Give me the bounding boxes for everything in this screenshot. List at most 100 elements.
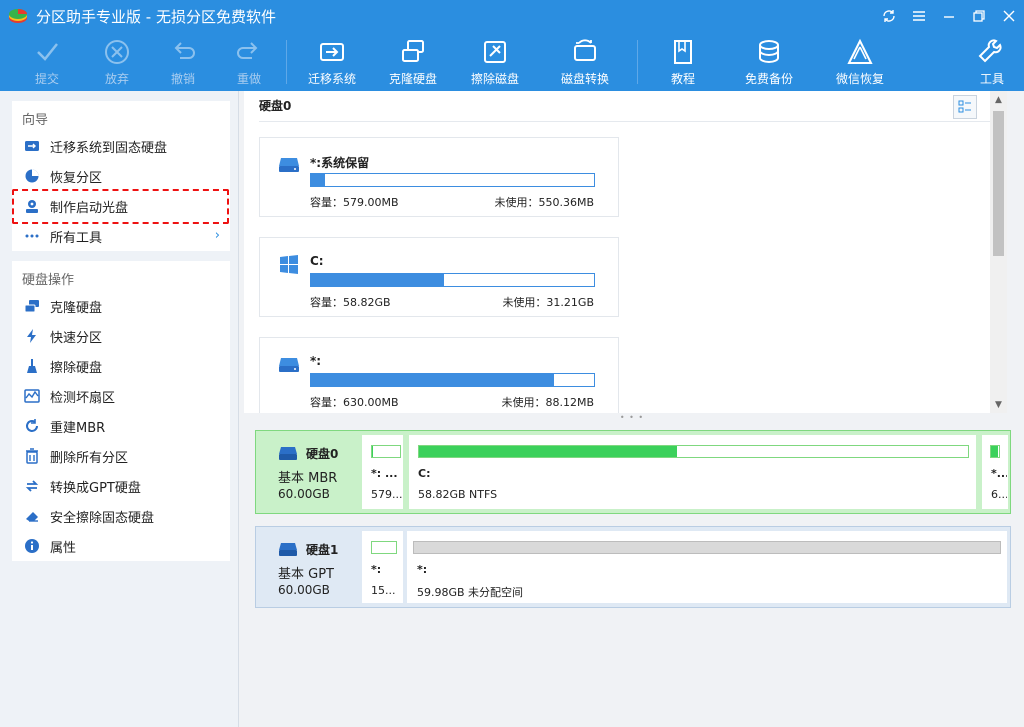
usage-fill xyxy=(419,446,678,457)
partition-free: 未使用：88.12MB xyxy=(501,396,594,409)
list-view-icon xyxy=(958,100,971,113)
menu-icon[interactable] xyxy=(904,0,934,32)
partition-card[interactable]: *:系统保留 容量：579.00MB 未使用：550.36MB xyxy=(259,137,619,217)
unallocated-bar xyxy=(413,541,1001,554)
partition-block[interactable]: *... 6... xyxy=(982,435,1008,509)
wizard-panel: 向导 迁移系统到固态硬盘 恢复分区 制作启动光盘 所有工具 › xyxy=(12,101,230,251)
broom-icon xyxy=(24,358,40,374)
cancel-circle-icon xyxy=(105,40,129,64)
redo-button[interactable]: 重做 xyxy=(214,36,284,88)
free-backup-button[interactable]: 免费备份 xyxy=(734,36,804,88)
migrate-icon xyxy=(24,138,40,154)
partition-free: 未使用：31.21GB xyxy=(502,296,594,309)
sidebar: 向导 迁移系统到固态硬盘 恢复分区 制作启动光盘 所有工具 › 硬盘操作 克隆硬… xyxy=(0,91,239,727)
tutorial-button[interactable]: 教程 xyxy=(648,36,718,88)
wizard-title: 向导 xyxy=(22,113,49,128)
sidebar-item-properties[interactable]: 属性 xyxy=(12,531,230,561)
sidebar-item-delete-all-partitions[interactable]: 删除所有分区 xyxy=(12,441,230,471)
undo-button[interactable]: 撤销 xyxy=(148,36,218,88)
disk-ops-panel: 硬盘操作 克隆硬盘 快速分区 擦除硬盘 检测坏扇区 重建MBR 删除所有分区 转… xyxy=(12,261,230,561)
usage-fill xyxy=(372,446,374,457)
usage-bar xyxy=(371,445,401,458)
disk-row[interactable]: 硬盘1 基本 GPT 60.00GB *: 15... *: 59.98GB 未… xyxy=(255,526,1011,608)
usage-fill xyxy=(311,174,326,186)
restore-partition-icon xyxy=(24,168,40,184)
clone-icon xyxy=(24,298,40,314)
disk-view-panel: 硬盘0 *:系统保留 容量：579.00MB 未使用：550.36MB C: 容… xyxy=(244,91,1007,413)
delete-icon xyxy=(24,448,40,464)
sidebar-item-wipe-disk[interactable]: 擦除硬盘 xyxy=(12,351,230,381)
partition-card[interactable]: C: 容量：58.82GB 未使用：31.21GB xyxy=(259,237,619,317)
wipe-disk-button[interactable]: 擦除磁盘 xyxy=(460,36,530,88)
disk-icon xyxy=(279,543,297,556)
more-icon xyxy=(24,228,40,244)
disk-convert-button[interactable]: 磁盘转换 xyxy=(550,36,620,88)
scroll-up-icon[interactable]: ▲ xyxy=(990,91,1007,108)
sidebar-item-convert-gpt[interactable]: 转换成GPT硬盘 xyxy=(12,471,230,501)
partition-name: C: xyxy=(310,254,324,268)
refresh-icon[interactable] xyxy=(874,0,904,32)
usage-fill xyxy=(991,446,998,457)
close-icon[interactable] xyxy=(994,0,1024,32)
wipe-disk-icon xyxy=(484,41,506,63)
view-toggle-button[interactable] xyxy=(953,95,977,119)
clone-disk-button[interactable]: 克隆硬盘 xyxy=(378,36,448,88)
divider xyxy=(259,121,994,122)
sidebar-item-migrate-ssd[interactable]: 迁移系统到固态硬盘 xyxy=(12,131,230,161)
partition-capacity: 容量：579.00MB xyxy=(310,196,399,209)
lightning-icon xyxy=(24,328,40,344)
window-title: 分区助手专业版 - 无损分区免费软件 xyxy=(36,8,276,26)
toolbar: 提交 放弃 撤销 重做 迁移系统 克隆硬盘 擦除磁盘 磁盘转换 教程 免费备份 … xyxy=(0,36,1024,88)
usage-bar xyxy=(990,445,1000,458)
sidebar-item-restore-partition[interactable]: 恢复分区 xyxy=(12,161,230,191)
wrench-icon xyxy=(978,39,1002,63)
disk-view-heading: 硬盘0 xyxy=(259,99,292,113)
partition-block[interactable]: *: 59.98GB 未分配空间 xyxy=(407,531,1007,603)
restore-icon[interactable] xyxy=(964,0,994,32)
partition-card[interactable]: *: 容量：630.00MB 未使用：88.12MB xyxy=(259,337,619,413)
wechat-recovery-icon xyxy=(847,38,873,64)
partition-capacity: 容量：630.00MB xyxy=(310,396,399,409)
submit-button[interactable]: 提交 xyxy=(12,36,82,88)
scan-icon xyxy=(24,388,40,404)
sidebar-item-all-tools[interactable]: 所有工具 › xyxy=(12,221,230,251)
partition-block[interactable]: *: 15... xyxy=(362,531,403,603)
undo-icon xyxy=(174,42,195,59)
discard-button[interactable]: 放弃 xyxy=(82,36,152,88)
usage-bar xyxy=(310,273,595,287)
usage-bar xyxy=(371,541,397,554)
scroll-thumb[interactable] xyxy=(993,111,1004,256)
sidebar-item-rebuild-mbr[interactable]: 重建MBR xyxy=(12,411,230,441)
toolbar-divider xyxy=(286,40,287,84)
partition-free: 未使用：550.36MB xyxy=(494,196,594,209)
wechat-recovery-button[interactable]: 微信恢复 xyxy=(825,36,895,88)
disk-row[interactable]: 硬盘0 基本 MBR 60.00GB *: ... 579... C: 58.8… xyxy=(255,430,1011,514)
disk-info: 硬盘1 基本 GPT 60.00GB xyxy=(278,543,339,597)
title-bar: 分区助手专业版 - 无损分区免费软件 xyxy=(0,0,1024,32)
partition-name: *: xyxy=(310,354,322,368)
minimize-icon[interactable] xyxy=(934,0,964,32)
partition-block[interactable]: *: ... 579... xyxy=(362,435,403,509)
partition-name: *:系统保留 xyxy=(310,156,370,170)
sidebar-item-clone-disk[interactable]: 克隆硬盘 xyxy=(12,291,230,321)
app-logo-icon xyxy=(9,9,27,23)
sidebar-item-bad-sector-check[interactable]: 检测坏扇区 xyxy=(12,381,230,411)
sidebar-item-secure-erase-ssd[interactable]: 安全擦除固态硬盘 xyxy=(12,501,230,531)
vertical-scrollbar[interactable]: ▲ ▼ xyxy=(990,91,1007,413)
partition-capacity: 容量：58.82GB xyxy=(310,296,391,309)
partition-block[interactable]: C: 58.82GB NTFS xyxy=(409,435,976,509)
splitter-handle[interactable]: • • • xyxy=(240,413,1024,422)
chevron-right-icon: › xyxy=(214,228,220,243)
backup-icon xyxy=(759,40,779,64)
migrate-os-button[interactable]: 迁移系统 xyxy=(297,36,367,88)
usage-bar xyxy=(418,445,969,458)
rebuild-icon xyxy=(24,418,40,434)
usage-bar xyxy=(310,373,595,387)
usage-bar xyxy=(310,173,595,187)
book-icon xyxy=(674,40,692,64)
tools-button[interactable]: 工具 xyxy=(957,36,1024,88)
disk-convert-icon xyxy=(574,39,596,61)
sidebar-item-quick-partition[interactable]: 快速分区 xyxy=(12,321,230,351)
scroll-down-icon[interactable]: ▼ xyxy=(990,396,1007,413)
usage-fill xyxy=(311,374,555,386)
